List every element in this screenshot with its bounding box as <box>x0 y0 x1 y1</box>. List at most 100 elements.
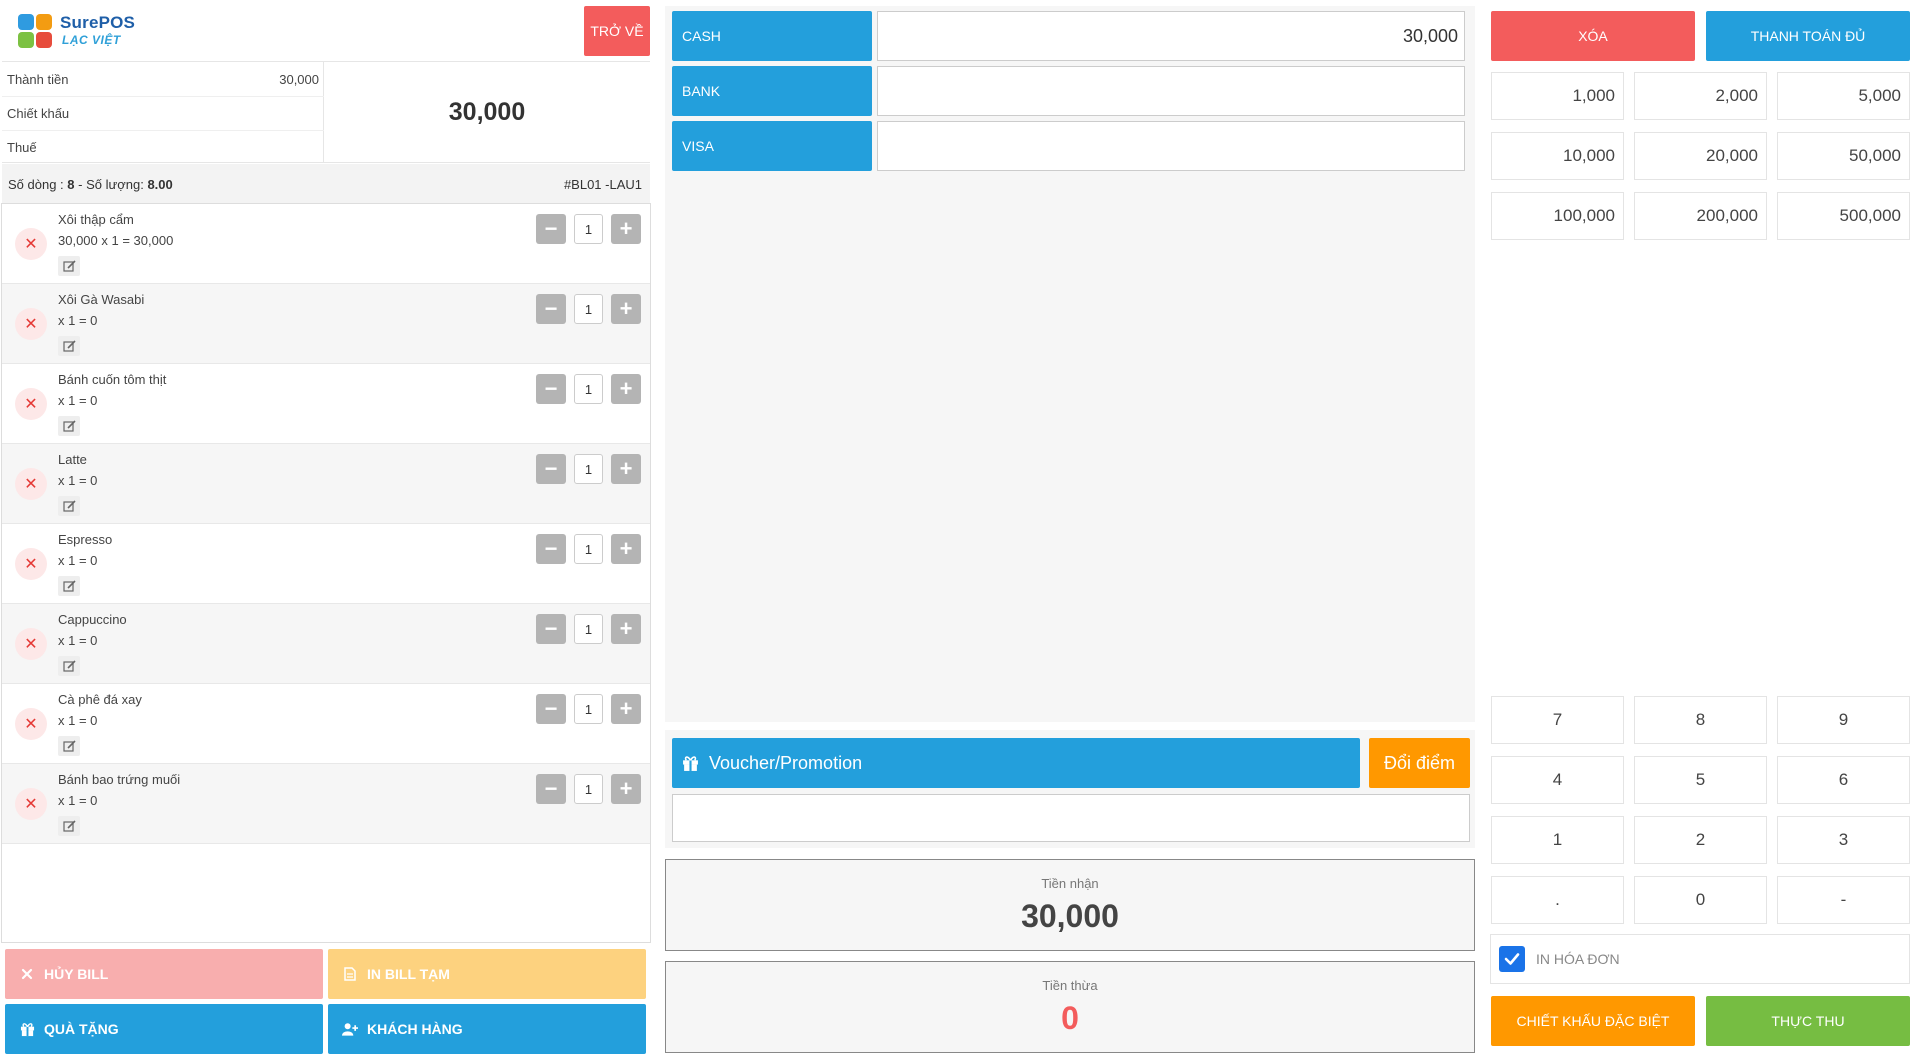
payment-method-bank-button[interactable]: BANK <box>672 66 872 116</box>
increase-qty-button[interactable]: + <box>611 774 641 804</box>
numpad-key[interactable]: 1 <box>1491 816 1624 864</box>
item-name: Bánh bao trứng muối <box>58 772 181 787</box>
edit-item-button[interactable] <box>58 816 80 836</box>
increase-qty-button[interactable]: + <box>611 694 641 724</box>
print-invoice-label: IN HÓA ĐƠN <box>1536 951 1620 967</box>
order-item-row: ✕ Cappuccino x 1 = 0 − + <box>2 604 650 684</box>
payment-method-visa-button[interactable]: VISA <box>672 121 872 171</box>
remove-item-button[interactable]: ✕ <box>15 308 47 340</box>
numpad-key[interactable]: - <box>1777 876 1910 924</box>
quantity-value: 8.00 <box>147 176 173 192</box>
collect-payment-button[interactable]: THỰC THU <box>1706 996 1910 1046</box>
remove-item-button[interactable]: ✕ <box>15 228 47 260</box>
edit-item-button[interactable] <box>58 256 80 276</box>
bill-code: #BL01 -LAU1 <box>563 176 642 192</box>
quantity-input[interactable] <box>574 454 603 484</box>
numpad-key[interactable]: 2 <box>1634 816 1767 864</box>
decrease-qty-button[interactable]: − <box>536 534 566 564</box>
pay-full-button[interactable]: THANH TOÁN ĐỦ <box>1706 11 1910 61</box>
quantity-input[interactable] <box>574 614 603 644</box>
quantity-input[interactable] <box>574 694 603 724</box>
quantity-input[interactable] <box>574 534 603 564</box>
edit-icon <box>62 660 76 672</box>
item-price-line: x 1 = 0 <box>58 313 98 328</box>
discount-label: Chiết khấu <box>7 106 70 121</box>
numpad-key[interactable]: 7 <box>1491 696 1624 744</box>
cancel-bill-button[interactable]: HỦY BILL <box>5 949 323 999</box>
numpad-key[interactable]: 0 <box>1634 876 1767 924</box>
item-name: Xôi Gà Wasabi <box>58 292 145 307</box>
payment-method-cash-button[interactable]: CASH <box>672 11 872 61</box>
remove-item-button[interactable]: ✕ <box>15 468 47 500</box>
decrease-qty-button[interactable]: − <box>536 614 566 644</box>
quick-amount-key[interactable]: 5,000 <box>1777 72 1910 120</box>
edit-item-button[interactable] <box>58 736 80 756</box>
quick-amount-key[interactable]: 20,000 <box>1634 132 1767 180</box>
remove-item-button[interactable]: ✕ <box>15 628 47 660</box>
remove-item-button[interactable]: ✕ <box>15 548 47 580</box>
back-button[interactable]: TRỞ VỀ <box>584 6 650 56</box>
payment-cash-input[interactable] <box>877 11 1465 61</box>
increase-qty-button[interactable]: + <box>611 294 641 324</box>
gift-icon <box>682 755 699 772</box>
quantity-input[interactable] <box>574 294 603 324</box>
quantity-input[interactable] <box>574 374 603 404</box>
special-discount-button[interactable]: CHIẾT KHẤU ĐẶC BIỆT <box>1491 996 1695 1046</box>
quick-amount-key[interactable]: 10,000 <box>1491 132 1624 180</box>
decrease-qty-button[interactable]: − <box>536 454 566 484</box>
subtotal-value: 30,000 <box>279 71 319 87</box>
subtotal-label: Thành tiền <box>7 71 69 87</box>
decrease-qty-button[interactable]: − <box>536 374 566 404</box>
increase-qty-button[interactable]: + <box>611 534 641 564</box>
order-items-list: ✕ Xôi thập cẩm 30,000 x 1 = 30,000 − + ✕ Xôi G… <box>1 203 651 943</box>
quick-amount-key[interactable]: 50,000 <box>1777 132 1910 180</box>
order-summary: Thành tiền 30,000 Chiết khấu Thuế 30,000 <box>2 61 650 163</box>
order-item-row: ✕ Espresso x 1 = 0 − + <box>2 524 650 604</box>
numpad-key[interactable]: 9 <box>1777 696 1910 744</box>
close-icon <box>19 966 35 982</box>
quick-amount-key[interactable]: 1,000 <box>1491 72 1624 120</box>
remove-item-button[interactable]: ✕ <box>15 708 47 740</box>
remove-item-button[interactable]: ✕ <box>15 788 47 820</box>
edit-item-button[interactable] <box>58 496 80 516</box>
quick-amount-key[interactable]: 500,000 <box>1777 192 1910 240</box>
decrease-qty-button[interactable]: − <box>536 294 566 324</box>
clear-button[interactable]: XÓA <box>1491 11 1695 61</box>
decrease-qty-button[interactable]: − <box>536 214 566 244</box>
print-invoice-checkbox[interactable] <box>1499 946 1525 972</box>
quick-amount-key[interactable]: 200,000 <box>1634 192 1767 240</box>
numpad-key[interactable]: 6 <box>1777 756 1910 804</box>
increase-qty-button[interactable]: + <box>611 214 641 244</box>
decrease-qty-button[interactable]: − <box>536 774 566 804</box>
numpad-key[interactable]: 5 <box>1634 756 1767 804</box>
numpad-key[interactable]: 8 <box>1634 696 1767 744</box>
edit-item-button[interactable] <box>58 656 80 676</box>
edit-item-button[interactable] <box>58 336 80 356</box>
remove-item-button[interactable]: ✕ <box>15 388 47 420</box>
item-name: Cappuccino <box>58 612 127 627</box>
edit-icon <box>62 340 76 352</box>
quantity-input[interactable] <box>574 774 603 804</box>
close-icon: ✕ <box>24 476 38 493</box>
payment-bank-input[interactable] <box>877 66 1465 116</box>
voucher-code-input[interactable] <box>672 794 1470 842</box>
increase-qty-button[interactable]: + <box>611 454 641 484</box>
voucher-promotion-button[interactable]: Voucher/Promotion <box>672 738 1360 788</box>
amount-received-box: Tiền nhận 30,000 <box>665 859 1475 951</box>
redeem-points-button[interactable]: Đổi điểm <box>1369 738 1470 788</box>
decrease-qty-button[interactable]: − <box>536 694 566 724</box>
edit-item-button[interactable] <box>58 576 80 596</box>
numpad-key[interactable]: . <box>1491 876 1624 924</box>
edit-item-button[interactable] <box>58 416 80 436</box>
gift-button[interactable]: QUÀ TẶNG <box>5 1004 323 1054</box>
quantity-input[interactable] <box>574 214 603 244</box>
payment-visa-input[interactable] <box>877 121 1465 171</box>
print-temp-bill-button[interactable]: IN BILL TẠM <box>328 949 646 999</box>
quick-amount-key[interactable]: 100,000 <box>1491 192 1624 240</box>
numpad-key[interactable]: 4 <box>1491 756 1624 804</box>
increase-qty-button[interactable]: + <box>611 614 641 644</box>
quick-amount-key[interactable]: 2,000 <box>1634 72 1767 120</box>
customer-button[interactable]: KHÁCH HÀNG <box>328 1004 646 1054</box>
increase-qty-button[interactable]: + <box>611 374 641 404</box>
numpad-key[interactable]: 3 <box>1777 816 1910 864</box>
